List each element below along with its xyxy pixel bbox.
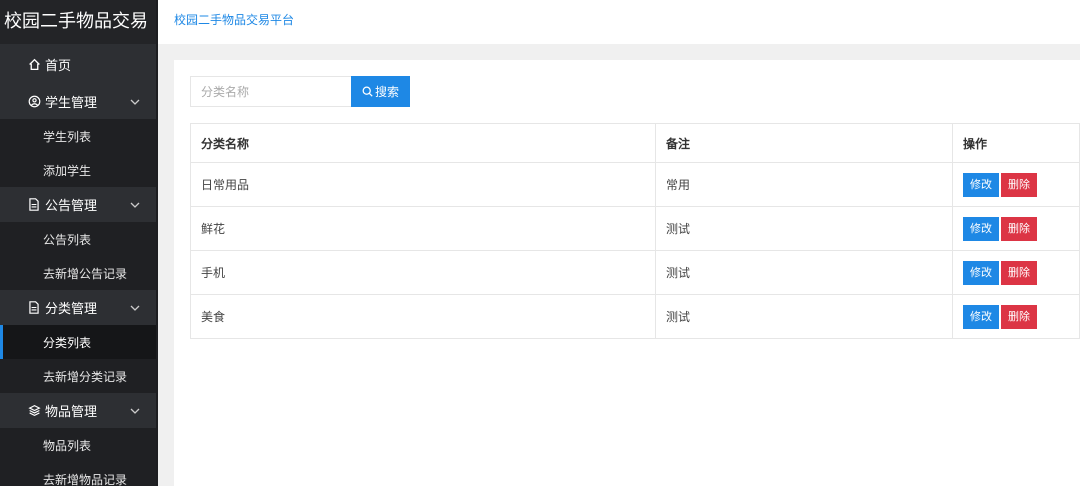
search-input[interactable]: [190, 76, 351, 107]
layers-icon: [27, 404, 41, 418]
column-header-remark: 备注: [655, 123, 953, 163]
cell-actions: 修改 删除: [952, 162, 1080, 207]
sidebar-item-item-list[interactable]: 物品列表: [0, 428, 158, 462]
sidebar-item-notice-list[interactable]: 公告列表: [0, 222, 158, 256]
cell-remark: 常用: [655, 162, 953, 207]
sidebar-item-add-category[interactable]: 去新增分类记录: [0, 359, 158, 393]
column-header-actions: 操作: [952, 123, 1080, 163]
edit-button[interactable]: 修改: [963, 304, 999, 329]
edit-button[interactable]: 修改: [963, 260, 999, 285]
document-icon: [27, 301, 41, 315]
app-brand: 校园二手物品交易: [0, 0, 158, 44]
cell-category-name: 日常用品: [190, 162, 656, 207]
table-row: 手机 测试 修改 删除: [190, 250, 1080, 295]
cell-category-name: 手机: [190, 250, 656, 295]
search-button[interactable]: 搜索: [351, 76, 410, 107]
chevron-down-icon: [130, 202, 140, 208]
edit-button[interactable]: 修改: [963, 216, 999, 241]
chevron-down-icon: [130, 305, 140, 311]
search-icon: [362, 86, 373, 97]
cell-actions: 修改 删除: [952, 250, 1080, 295]
cell-remark: 测试: [655, 206, 953, 251]
sidebar: 校园二手物品交易 首页 学生管理 学生列表 添加学生 公告管理 公告列表 去新增…: [0, 0, 158, 486]
table-row: 日常用品 常用 修改 删除: [190, 162, 1080, 207]
sidebar-divider: [156, 0, 158, 486]
sidebar-group-label: 分类管理: [45, 302, 98, 317]
cell-category-name: 美食: [190, 294, 656, 339]
sidebar-group-label: 物品管理: [45, 405, 98, 420]
sidebar-item-category-list[interactable]: 分类列表: [0, 325, 158, 359]
sidebar-item-student-list[interactable]: 学生列表: [0, 119, 158, 153]
column-header-name: 分类名称: [190, 123, 656, 163]
cell-actions: 修改 删除: [952, 294, 1080, 339]
chevron-down-icon: [130, 408, 140, 414]
sidebar-group-students[interactable]: 学生管理: [0, 84, 158, 119]
sidebar-group-label: 公告管理: [45, 199, 98, 214]
cell-remark: 测试: [655, 250, 953, 295]
user-icon: [27, 95, 41, 109]
sidebar-group-notices[interactable]: 公告管理: [0, 187, 158, 222]
sidebar-item-label: 首页: [45, 58, 72, 74]
delete-button[interactable]: 删除: [1001, 260, 1037, 285]
cell-remark: 测试: [655, 294, 953, 339]
cell-actions: 修改 删除: [952, 206, 1080, 251]
sidebar-item-add-item[interactable]: 去新增物品记录: [0, 462, 158, 486]
cell-category-name: 鲜花: [190, 206, 656, 251]
table-header-row: 分类名称 备注 操作: [190, 123, 1080, 163]
home-icon: [27, 57, 41, 71]
document-icon: [27, 198, 41, 212]
sidebar-group-items[interactable]: 物品管理: [0, 393, 158, 428]
top-header: 校园二手物品交易平台: [158, 0, 1080, 44]
table-row: 鲜花 测试 修改 删除: [190, 206, 1080, 251]
sidebar-item-home[interactable]: 首页: [0, 44, 158, 84]
header-title[interactable]: 校园二手物品交易平台: [174, 11, 294, 28]
search-button-label: 搜索: [374, 85, 399, 99]
sidebar-group-label: 学生管理: [45, 96, 98, 111]
chevron-down-icon: [130, 99, 140, 105]
delete-button[interactable]: 删除: [1001, 172, 1037, 197]
table-row: 美食 测试 修改 删除: [190, 294, 1080, 339]
category-table: 分类名称 备注 操作 日常用品 常用 修改 删除 鲜花 测试 修改 删除 手机 …: [190, 123, 1080, 339]
delete-button[interactable]: 删除: [1001, 216, 1037, 241]
sidebar-item-add-student[interactable]: 添加学生: [0, 153, 158, 187]
main-content: 搜索 分类名称 备注 操作 日常用品 常用 修改删除 鲜花 测试 修改删除: [174, 60, 1080, 486]
edit-button[interactable]: 修改: [963, 172, 999, 197]
sidebar-item-add-notice[interactable]: 去新增公告记录: [0, 256, 158, 290]
sidebar-group-categories[interactable]: 分类管理: [0, 290, 158, 325]
delete-button[interactable]: 删除: [1001, 304, 1037, 329]
